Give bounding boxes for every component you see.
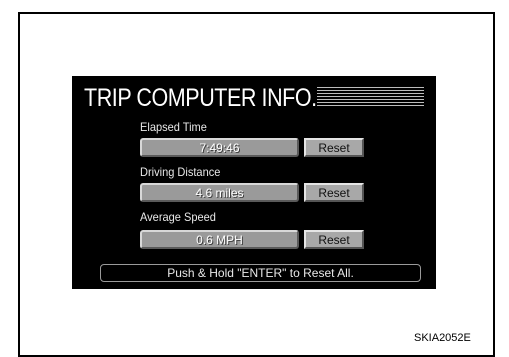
- elapsed-time-label: Elapsed Time: [140, 120, 207, 134]
- figure-code: SKIA2052E: [414, 332, 471, 344]
- average-speed-value: 0.6 MPH: [140, 230, 299, 249]
- reset-elapsed-time-button[interactable]: Reset: [304, 138, 364, 157]
- reset-driving-distance-button[interactable]: Reset: [304, 183, 364, 202]
- reset-all-hint-text: Push & Hold "ENTER" to Reset All.: [167, 266, 354, 280]
- reset-average-speed-button[interactable]: Reset: [304, 230, 364, 249]
- driving-distance-label: Driving Distance: [140, 165, 221, 179]
- reset-all-hint-bar: Push & Hold "ENTER" to Reset All.: [100, 264, 421, 282]
- average-speed-label: Average Speed: [140, 210, 216, 224]
- title-decoration-stripes: [317, 87, 424, 106]
- trip-computer-screen: TRIP COMPUTER INFO. Elapsed Time 7:49:46…: [72, 76, 436, 289]
- screen-title: TRIP COMPUTER INFO.: [84, 84, 317, 112]
- driving-distance-value: 4.6 miles: [140, 183, 299, 202]
- elapsed-time-value: 7:49:46: [140, 138, 299, 157]
